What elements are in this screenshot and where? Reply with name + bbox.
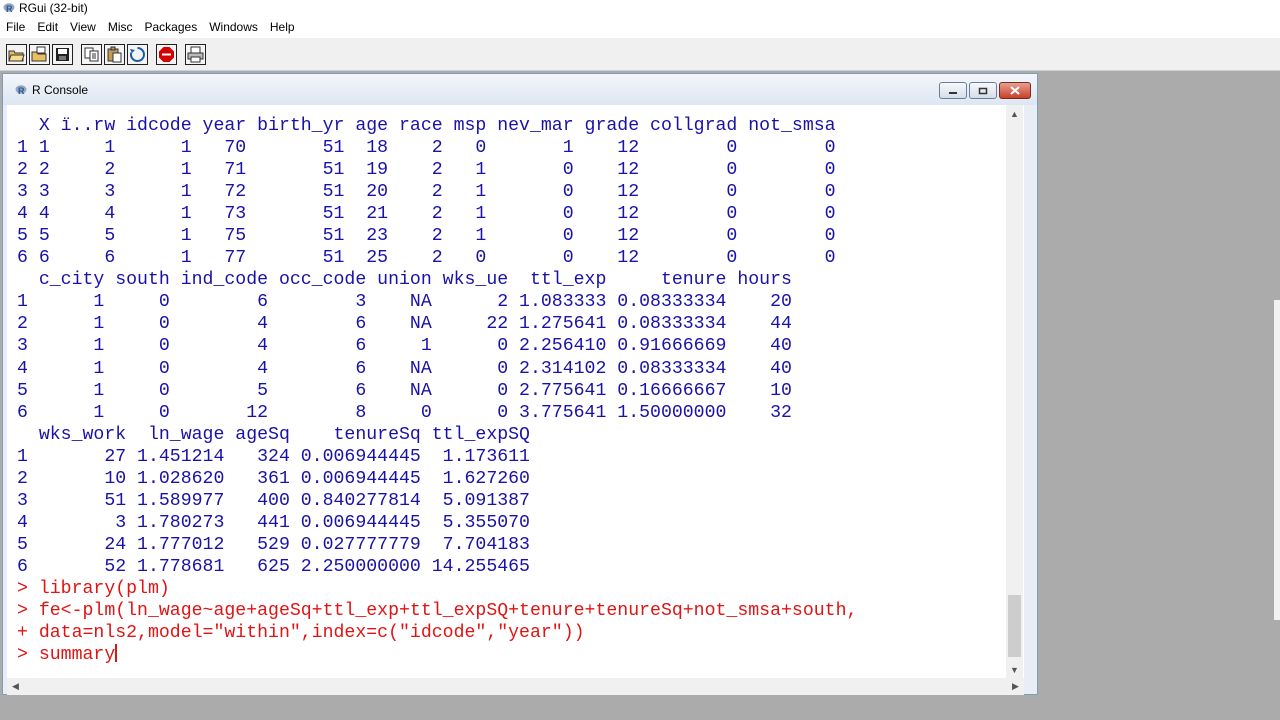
restore-button[interactable] (969, 82, 997, 99)
copy-button[interactable] (81, 43, 102, 65)
vertical-scroll-thumb[interactable] (1008, 595, 1021, 657)
menu-windows[interactable]: Windows (203, 16, 264, 38)
save-workspace-button[interactable] (52, 43, 73, 65)
paste-icon (107, 46, 122, 62)
console-text-area[interactable]: X ï..rw idcode year birth_yr age race ms… (7, 105, 1024, 678)
scroll-up-icon[interactable]: ▲ (1006, 105, 1023, 122)
output-line: 1 27 1.451214 324 0.006944445 1.173611 (17, 446, 530, 467)
stop-icon (159, 46, 174, 62)
minimize-icon (949, 91, 957, 94)
output-line: wks_work ln_wage ageSq tenureSq ttl_expS… (17, 424, 530, 445)
text-cursor (115, 644, 118, 663)
console-output: X ï..rw idcode year birth_yr age race ms… (7, 105, 1024, 666)
app-titlebar: R RGui (32-bit) (0, 0, 1280, 16)
output-line: 1 1 1 1 70 51 18 2 0 1 12 0 0 (17, 138, 836, 159)
console-title: R Console (32, 82, 89, 97)
menu-view[interactable]: View (64, 16, 102, 38)
r-logo-icon: R (3, 2, 15, 14)
app-title: RGui (32-bit) (19, 1, 88, 15)
background-window-edge (1274, 300, 1280, 620)
save-workspace-icon (56, 47, 69, 61)
output-line: c_city south ind_code occ_code union wks… (17, 270, 792, 291)
command-input-line[interactable]: > summary (17, 645, 115, 665)
svg-text:R: R (6, 4, 13, 14)
close-icon (1010, 86, 1020, 95)
output-line: 5 1 0 5 6 NA 0 2.775641 0.16666667 10 (17, 380, 792, 401)
scroll-right-icon[interactable]: ▶ (1007, 678, 1024, 695)
output-line: 6 6 6 1 77 51 25 2 0 0 12 0 0 (17, 248, 836, 269)
minimize-button[interactable] (939, 82, 967, 99)
open-script-icon (8, 50, 25, 61)
stop-button[interactable] (156, 43, 177, 65)
output-line: 6 52 1.778681 625 2.250000000 14.255465 (17, 556, 530, 577)
copy-paste-button[interactable] (127, 43, 148, 65)
command-line: + data=nls2,model="within",index=c("idco… (17, 623, 585, 644)
paste-button[interactable] (104, 43, 125, 65)
mdi-client-area: R R Console X ï..rw idcode year birth_yr… (0, 71, 1280, 720)
scroll-left-icon[interactable]: ◀ (7, 678, 24, 695)
svg-text:R: R (18, 86, 25, 96)
output-line: 2 1 0 4 6 NA 22 1.275641 0.08333334 44 (17, 314, 792, 335)
output-line: 3 1 0 4 6 1 0 2.256410 0.91666669 40 (17, 336, 792, 357)
menu-misc[interactable]: Misc (102, 16, 139, 38)
output-line: 1 1 0 6 3 NA 2 1.083333 0.08333334 20 (17, 292, 792, 313)
r-console-window: R R Console X ï..rw idcode year birth_yr… (2, 73, 1038, 695)
load-workspace-button[interactable] (29, 43, 50, 65)
horizontal-scrollbar[interactable]: ◀ ▶ (7, 678, 1024, 695)
output-line: 3 3 3 1 72 51 20 2 1 0 12 0 0 (17, 182, 836, 203)
command-line: > fe<-plm(ln_wage~age+ageSq+ttl_exp+ttl_… (17, 601, 858, 622)
r-logo-icon: R (15, 84, 27, 96)
output-line: 5 24 1.777012 529 0.027777779 7.704183 (17, 534, 530, 555)
output-line: 2 2 2 1 71 51 19 2 1 0 12 0 0 (17, 160, 836, 181)
toolbar (0, 38, 1280, 71)
window-controls (937, 82, 1031, 99)
open-script-button[interactable] (6, 43, 27, 65)
menu-packages[interactable]: Packages (139, 16, 204, 38)
menu-file[interactable]: File (0, 16, 31, 38)
output-line: 3 51 1.589977 400 0.840277814 5.091387 (17, 490, 530, 511)
output-line: 5 5 5 1 75 51 23 2 1 0 12 0 0 (17, 226, 836, 247)
menu-bar: File Edit View Misc Packages Windows Hel… (0, 16, 1280, 38)
output-line: 2 10 1.028620 361 0.006944445 1.627260 (17, 468, 530, 489)
output-line: 4 4 4 1 73 51 21 2 1 0 12 0 0 (17, 204, 836, 225)
output-line: 6 1 0 12 8 0 0 3.775641 1.50000000 32 (17, 402, 792, 423)
restore-icon (978, 87, 988, 94)
print-icon (187, 46, 204, 62)
menu-edit[interactable]: Edit (31, 16, 64, 38)
print-button[interactable] (185, 43, 206, 65)
output-line: 4 3 1.780273 441 0.006944445 5.355070 (17, 512, 530, 533)
close-button[interactable] (999, 82, 1031, 99)
copy-icon (84, 47, 99, 61)
copy-paste-icon (129, 46, 145, 62)
vertical-scrollbar[interactable]: ▲ ▼ (1006, 105, 1023, 678)
load-workspace-icon (31, 46, 47, 61)
console-titlebar[interactable]: R R Console (3, 74, 1037, 105)
scroll-down-icon[interactable]: ▼ (1006, 661, 1023, 678)
output-line: 4 1 0 4 6 NA 0 2.314102 0.08333334 40 (17, 358, 792, 379)
command-line: > library(plm) (17, 578, 170, 599)
output-line: X ï..rw idcode year birth_yr age race ms… (17, 116, 836, 136)
menu-help[interactable]: Help (264, 16, 301, 38)
